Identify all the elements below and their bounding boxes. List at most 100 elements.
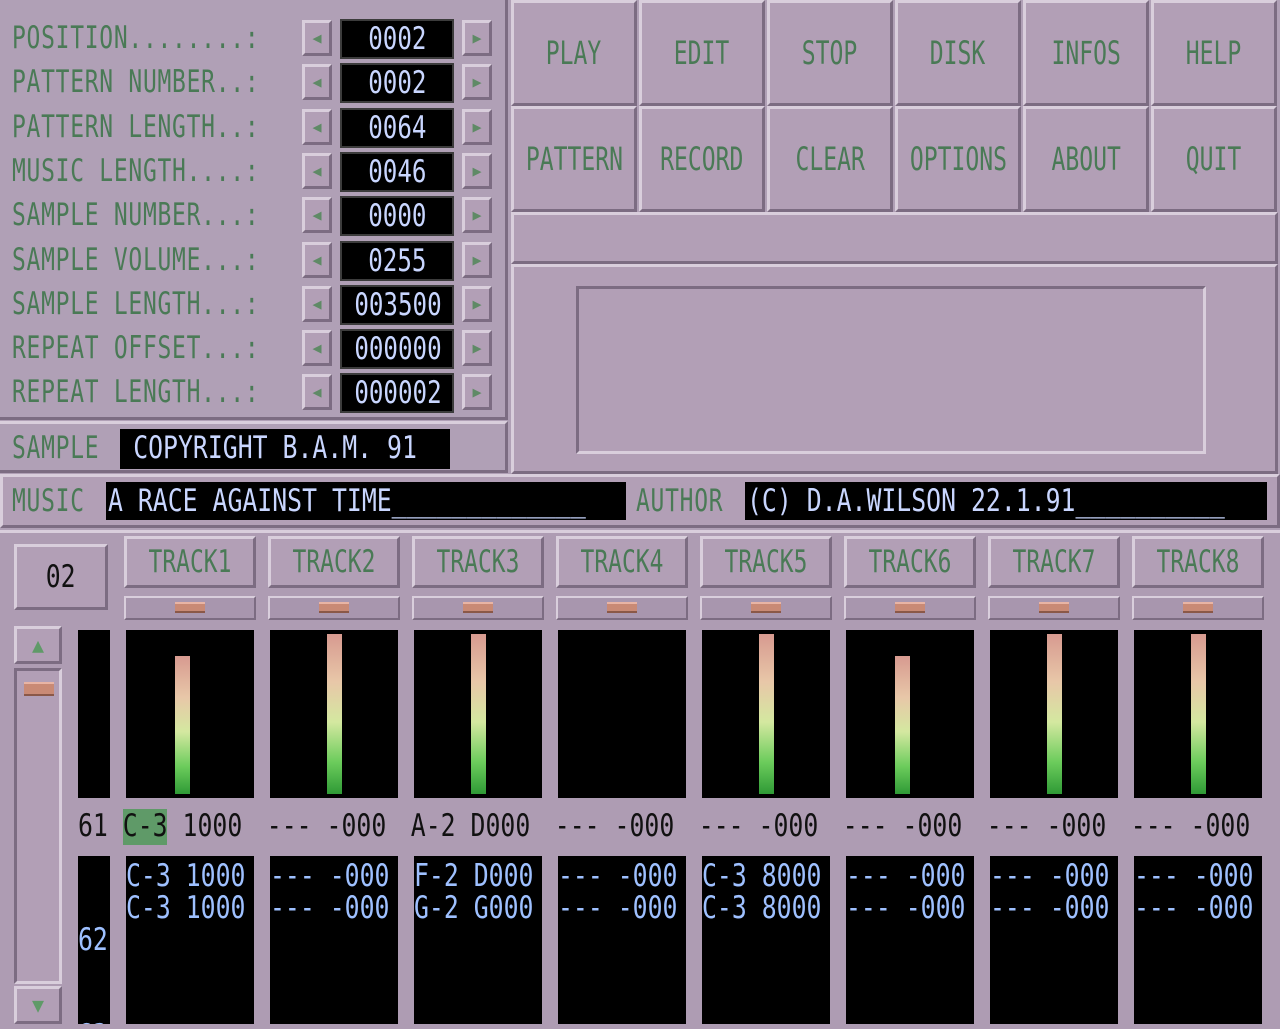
increment-button[interactable]: ▶ <box>462 285 492 322</box>
music-title-field[interactable]: A RACE AGAINST TIME_____________ <box>106 482 626 520</box>
edit-button[interactable]: EDIT <box>639 0 765 106</box>
author-field[interactable]: (C) D.A.WILSON 22.1.91__________ <box>745 482 1267 520</box>
increment-button[interactable]: ▶ <box>462 64 492 101</box>
track-3-pattern[interactable]: F-2 D000 G-2 G000 <box>414 856 542 1024</box>
scroll-up-button[interactable]: ▲ <box>14 626 62 664</box>
track-1-button[interactable]: TRACK1 <box>124 536 256 588</box>
sample-display <box>576 286 1206 454</box>
parameter-value[interactable]: 0002 <box>340 19 454 59</box>
track-name: TRACK1 <box>148 544 232 580</box>
track-3-button[interactable]: TRACK3 <box>412 536 544 588</box>
track-2-mute-toggle[interactable] <box>268 596 400 620</box>
track-5-button[interactable]: TRACK5 <box>700 536 832 588</box>
vu-bar <box>471 634 486 794</box>
track-7-pattern[interactable]: --- -000 --- -000 <box>990 856 1118 1024</box>
scroll-thumb[interactable] <box>24 682 54 696</box>
play-button[interactable]: PLAY <box>511 0 637 106</box>
track-4-vu-meter <box>558 630 686 798</box>
parameter-value[interactable]: 0046 <box>340 151 454 192</box>
increment-button[interactable]: ▶ <box>462 152 492 189</box>
track-5-mute-toggle[interactable] <box>700 596 832 620</box>
mute-indicator <box>1183 602 1213 613</box>
note-row: G-2 G000 <box>414 892 542 924</box>
increment-button[interactable]: ▶ <box>462 241 492 278</box>
track-2-pattern[interactable]: --- -000 --- -000 <box>270 856 398 1024</box>
track-name: TRACK5 <box>724 544 808 580</box>
parameter-label: PATTERN LENGTH..: <box>12 108 260 145</box>
stop-button[interactable]: STOP <box>767 0 893 106</box>
decrement-button[interactable]: ◀ <box>302 197 332 234</box>
right-arrow-icon: ▶ <box>472 117 482 136</box>
increment-button[interactable]: ▶ <box>462 197 492 234</box>
note-row: --- -000 <box>1134 892 1262 924</box>
note-row: C-3 1000 <box>126 860 254 892</box>
track-7-button[interactable]: TRACK7 <box>988 536 1120 588</box>
decrement-button[interactable]: ◀ <box>302 330 332 367</box>
parameter-value[interactable]: 000000 <box>340 329 454 370</box>
scroll-track[interactable] <box>14 668 62 984</box>
track-3-mute-toggle[interactable] <box>412 596 544 620</box>
left-arrow-icon: ◀ <box>312 206 322 225</box>
track-name: TRACK4 <box>580 544 664 580</box>
track-6-button[interactable]: TRACK6 <box>844 536 976 588</box>
track-6-mute-toggle[interactable] <box>844 596 976 620</box>
decrement-button[interactable]: ◀ <box>302 108 332 145</box>
record-button[interactable]: RECORD <box>639 106 765 212</box>
clear-button[interactable]: CLEAR <box>767 106 893 212</box>
current-note-text: --- -000 <box>986 808 1107 844</box>
right-arrow-icon: ▶ <box>472 29 482 47</box>
decrement-button[interactable]: ◀ <box>302 152 332 189</box>
track-4-pattern[interactable]: --- -000 --- -000 <box>558 856 686 1024</box>
next-row-numbers: 62 63 <box>78 856 110 1024</box>
parameter-value[interactable]: 0002 <box>340 63 454 104</box>
current-note-text: C-3 1000 <box>122 808 243 844</box>
parameter-value[interactable]: 000002 <box>340 373 454 414</box>
scroll-down-icon: ▼ <box>31 993 45 1017</box>
disk-button[interactable]: DISK <box>895 0 1021 106</box>
note-text: --- -000 <box>990 858 1110 894</box>
track-2-button[interactable]: TRACK2 <box>268 536 400 588</box>
decrement-button[interactable]: ◀ <box>302 285 332 322</box>
track-3-vu-meter <box>414 630 542 798</box>
infos-button[interactable]: INFOS <box>1023 0 1149 106</box>
about-button[interactable]: ABOUT <box>1023 106 1149 212</box>
increment-button[interactable]: ▶ <box>462 330 492 367</box>
vu-bar <box>175 656 190 794</box>
parameter-value-text: 0002 <box>367 21 427 57</box>
track-6-pattern[interactable]: --- -000 --- -000 <box>846 856 974 1024</box>
decrement-button[interactable]: ◀ <box>302 241 332 278</box>
parameter-label: MUSIC LENGTH....: <box>12 152 260 189</box>
parameter-value[interactable]: 003500 <box>340 284 454 325</box>
parameter-value[interactable]: 0255 <box>340 240 454 281</box>
track-1-mute-toggle[interactable] <box>124 596 256 620</box>
increment-button[interactable]: ▶ <box>462 108 492 145</box>
track-1-pattern[interactable]: C-3 1000 C-3 1000 <box>126 856 254 1024</box>
track-4-button[interactable]: TRACK4 <box>556 536 688 588</box>
track-4-mute-toggle[interactable] <box>556 596 688 620</box>
track-8-pattern[interactable]: --- -000 --- -000 <box>1134 856 1262 1024</box>
track-7-mute-toggle[interactable] <box>988 596 1120 620</box>
increment-button[interactable]: ▶ <box>462 374 492 411</box>
quit-button[interactable]: QUIT <box>1151 106 1277 212</box>
track-8-mute-toggle[interactable] <box>1132 596 1264 620</box>
sample-name-field[interactable]: COPYRIGHT B.A.M. 91 <box>120 429 450 469</box>
decrement-button[interactable]: ◀ <box>302 20 332 56</box>
pattern-button[interactable]: PATTERN <box>511 106 637 212</box>
parameter-value[interactable]: 0064 <box>340 107 454 148</box>
pattern-number-text: 02 <box>46 559 76 595</box>
note-text: F-2 D000 <box>414 858 534 894</box>
track-8-button[interactable]: TRACK8 <box>1132 536 1264 588</box>
decrement-button[interactable]: ◀ <box>302 64 332 101</box>
help-button[interactable]: HELP <box>1151 0 1277 106</box>
options-button[interactable]: OPTIONS <box>895 106 1021 212</box>
decrement-button[interactable]: ◀ <box>302 374 332 411</box>
note-text: C-3 8000 <box>702 858 822 894</box>
about-button-label: ABOUT <box>1051 140 1121 178</box>
current-row-number: 61 <box>78 806 122 848</box>
edit-button-label: EDIT <box>674 34 730 72</box>
track-5-pattern[interactable]: C-3 8000 C-3 8000 <box>702 856 830 1024</box>
increment-button[interactable]: ▶ <box>462 20 492 56</box>
status-bar <box>511 212 1278 264</box>
scroll-down-button[interactable]: ▼ <box>14 986 62 1024</box>
parameter-value[interactable]: 0000 <box>340 196 454 237</box>
